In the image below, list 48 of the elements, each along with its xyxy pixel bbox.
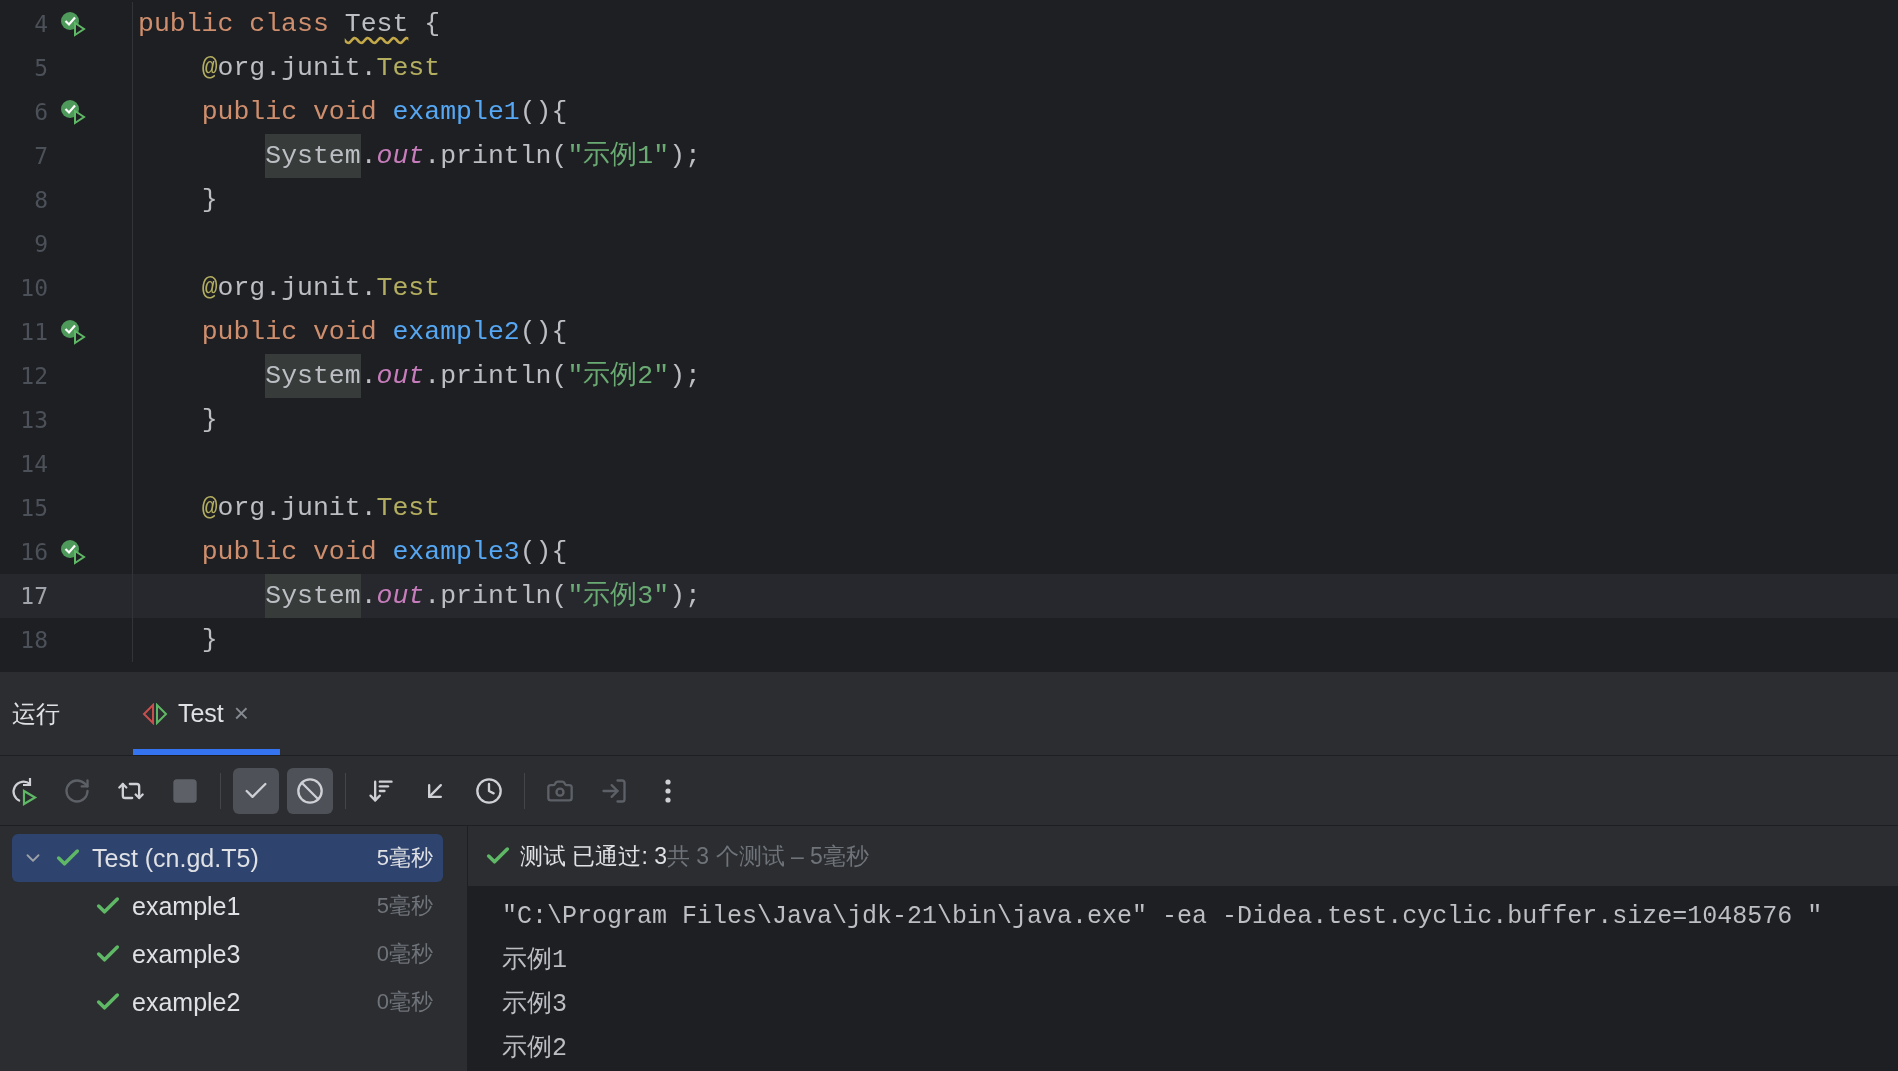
code-line: System.out.println("示例2"); — [133, 354, 701, 398]
code-line: public void example1(){ — [200, 96, 568, 129]
code-line: @org.junit.Test — [200, 492, 441, 525]
ban-button[interactable] — [287, 767, 333, 814]
test-passed-run-icon[interactable] — [60, 11, 86, 37]
test-passed-run-icon[interactable] — [60, 99, 86, 125]
test-summary: 共 3 个测试 – 5毫秒 — [666, 841, 869, 871]
code-line: System.out.println("示例3"); — [133, 574, 701, 618]
code-line: @org.junit.Test — [200, 272, 441, 305]
run-tab[interactable]: Test × — [133, 672, 280, 755]
test-passed-run-icon[interactable] — [60, 539, 86, 565]
test-duration: 5毫秒 — [376, 844, 433, 872]
test-tree-row[interactable]: example2 0毫秒 — [12, 978, 443, 1026]
test-passed-run-icon[interactable] — [60, 319, 86, 345]
ban-icon — [296, 776, 324, 805]
test-duration: 0毫秒 — [376, 940, 433, 968]
run-test-icon — [141, 702, 168, 725]
stop-icon — [171, 776, 199, 805]
test-name: example1 — [132, 891, 242, 921]
test-tree-row[interactable]: example3 0毫秒 — [12, 930, 443, 978]
code-line: } — [200, 184, 218, 217]
code-line: } — [200, 404, 218, 437]
close-icon[interactable]: × — [233, 698, 249, 729]
console-line: 示例3 — [502, 989, 568, 1021]
panel-title: 运行 — [11, 698, 61, 729]
code-line: public void example2(){ — [200, 316, 568, 349]
checkmark-button[interactable] — [233, 767, 279, 814]
test-name: example2 — [132, 987, 242, 1017]
test-duration: 0毫秒 — [376, 988, 433, 1016]
console-line: "C:\Program Files\Java\jdk-21\bin\java.exe" -ea -Didea.test.cyclic.buffer.size=1048576 " — [502, 901, 1824, 933]
test-name: example3 — [132, 939, 242, 969]
code-line: public class Test { — [137, 8, 441, 41]
test-result: 测试 已通过: 3 — [520, 841, 667, 871]
line-number: 17 — [19, 583, 48, 609]
export-icon — [600, 776, 628, 805]
test-name: Test (cn.gd.T5) — [92, 843, 260, 873]
console-line: 示例2 — [502, 1033, 568, 1065]
clock-icon — [475, 776, 503, 805]
rerun-icon — [63, 776, 91, 805]
test-tree-row[interactable]: Test (cn.gd.T5) 5毫秒 — [12, 834, 443, 882]
test-duration: 5毫秒 — [376, 892, 433, 920]
code-line: @org.junit.Test — [200, 52, 441, 85]
console-line: 示例1 — [502, 945, 568, 977]
test-tree-row[interactable]: example1 5毫秒 — [12, 882, 443, 930]
code-line: public void example3(){ — [200, 536, 568, 569]
more-icon — [665, 778, 671, 803]
code-line: System.out.println("示例1"); — [133, 134, 701, 178]
code-line: } — [200, 624, 218, 657]
